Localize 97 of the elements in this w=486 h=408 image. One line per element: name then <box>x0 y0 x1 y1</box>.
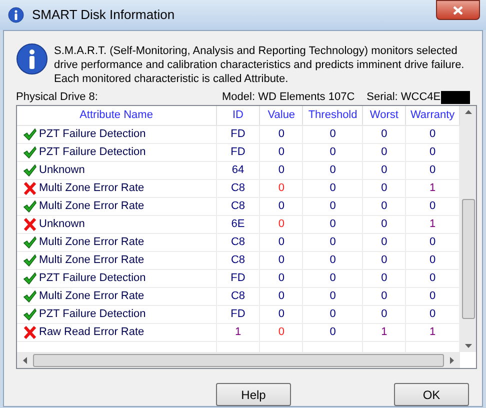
attribute-name: Multi Zone Error Rate <box>39 181 144 196</box>
table-cell-text: 0 <box>278 289 284 304</box>
table-cell-text: 0 <box>381 253 388 268</box>
table-cell-text: C8 <box>230 253 246 268</box>
table-cell-text: 0 <box>381 271 388 286</box>
table-cell-text: 0 <box>381 307 388 322</box>
table-cell-text: 0 <box>381 163 388 178</box>
table-cell-text: 0 <box>278 145 284 160</box>
table-cell-text: 0 <box>278 127 284 142</box>
table-cell-text: 1 <box>430 325 436 340</box>
drive-label: Physical Drive 8: <box>16 90 99 104</box>
table-cell-text: 0 <box>430 199 436 214</box>
info-icon <box>8 7 24 23</box>
table-cell-text: 0 <box>330 217 336 232</box>
attribute-name: Multi Zone Error Rate <box>39 199 144 214</box>
table-cell-text: FD <box>230 307 246 322</box>
attribute-name: PZT Failure Detection <box>39 127 146 142</box>
attribute-name: Multi Zone Error Rate <box>39 289 144 304</box>
table-cell-text: 0 <box>430 163 436 178</box>
table-cell-text: 0 <box>278 217 284 232</box>
table-cell-text: FD <box>230 271 246 286</box>
redaction-bar <box>440 90 470 104</box>
close-button[interactable] <box>436 0 480 20</box>
serial-label: Serial: WCC4E <box>366 90 441 104</box>
info-icon <box>16 43 48 75</box>
attribute-name: Multi Zone Error Rate <box>39 235 144 250</box>
table-cell-text: C8 <box>230 199 246 214</box>
column-header[interactable]: Worst <box>363 106 406 125</box>
up-arrow-icon <box>464 110 472 114</box>
attribute-name: Multi Zone Error Rate <box>39 253 144 268</box>
attribute-name: PZT Failure Detection <box>39 271 146 286</box>
column-header[interactable]: Threshold <box>303 106 364 125</box>
table-cell-text: 0 <box>330 253 336 268</box>
table-cell-text: C8 <box>230 181 246 196</box>
table-cell-text: 0 <box>278 325 284 340</box>
dialog-button[interactable]: Help <box>216 383 291 406</box>
table-cell-text: 0 <box>330 235 336 250</box>
column-header[interactable]: Attribute Name <box>17 106 217 125</box>
table-cell-text: 0 <box>330 127 336 142</box>
table-cell-text: 0 <box>430 127 436 142</box>
close-icon <box>453 6 463 14</box>
table-cell-text: 0 <box>430 235 436 250</box>
table-cell-text: 0 <box>430 271 436 286</box>
table-cell-text: 0 <box>330 289 336 304</box>
attribute-name: Unknown <box>39 163 85 178</box>
column-header[interactable]: Value <box>260 106 304 125</box>
table-cell-text: 0 <box>278 199 284 214</box>
table-cell-text: 0 <box>278 235 284 250</box>
table-cell-text: 64 <box>232 163 244 178</box>
table-cell-text: 1 <box>234 325 242 340</box>
table-cell-text: 0 <box>278 271 284 286</box>
table-cell-text: 0 <box>330 325 336 340</box>
table-cell-text: C8 <box>230 289 246 304</box>
table-cell-text: 0 <box>330 199 336 214</box>
table-cell-text: 0 <box>381 217 388 232</box>
table-cell-text: 0 <box>430 307 436 322</box>
table-cell-text: 0 <box>330 181 336 196</box>
table-cell-text: 0 <box>278 163 284 178</box>
table-cell-text: FD <box>230 127 246 142</box>
table-cell-text: C8 <box>230 235 246 250</box>
table-cell-text: 0 <box>278 307 284 322</box>
table-cell-text: 0 <box>330 145 336 160</box>
vertical-scrollbar[interactable] <box>460 106 476 352</box>
attribute-name: Unknown <box>39 217 85 232</box>
attribute-name: PZT Failure Detection <box>39 145 146 160</box>
table-cell-text: 0 <box>430 145 436 160</box>
table-cell-text: 0 <box>381 199 388 214</box>
table-cell-text: 0 <box>430 289 436 304</box>
table-cell-text: 0 <box>330 307 336 322</box>
scroll-thumb[interactable] <box>462 199 474 319</box>
table-cell-text: 0 <box>381 181 388 196</box>
window-title: SMART Disk Information <box>32 6 175 24</box>
table-cell-text: 0 <box>278 181 284 196</box>
right-arrow-icon <box>450 356 454 364</box>
left-arrow-icon <box>23 356 27 364</box>
table-cell-text: 0 <box>381 235 388 250</box>
table-cell-text: FD <box>230 145 246 160</box>
table-cell-text: 0 <box>430 253 436 268</box>
table-cell-text: 0 <box>381 289 388 304</box>
column-header[interactable]: ID <box>216 106 260 125</box>
model-label: Model: WD Elements 107C <box>222 90 355 104</box>
table-cell-text: 0 <box>330 163 336 178</box>
table-cell-text: 1 <box>381 325 388 340</box>
dialog-button[interactable]: OK <box>394 383 469 406</box>
scroll-thumb[interactable] <box>33 354 444 366</box>
description-text: S.M.A.R.T. (Self-Monitoring, Analysis and Reporting Technology) monitors selected drive performance and calibration characteristics and predicts imminent drive failure. Each monitored characteristic is called Attribute. <box>54 44 466 86</box>
down-arrow-icon <box>464 344 472 348</box>
table-cell-text: 1 <box>430 217 436 232</box>
table-cell-text: 1 <box>430 181 436 196</box>
horizontal-scrollbar[interactable] <box>17 352 460 368</box>
table-cell-text: 0 <box>381 145 388 160</box>
table-cell-text: 0 <box>278 253 284 268</box>
attribute-name: Raw Read Error Rate <box>39 325 144 340</box>
attribute-name: PZT Failure Detection <box>39 307 146 322</box>
table-cell-text: 6E <box>231 217 245 232</box>
table-cell-text: 0 <box>381 127 388 142</box>
table-cell-text: 0 <box>330 271 336 286</box>
